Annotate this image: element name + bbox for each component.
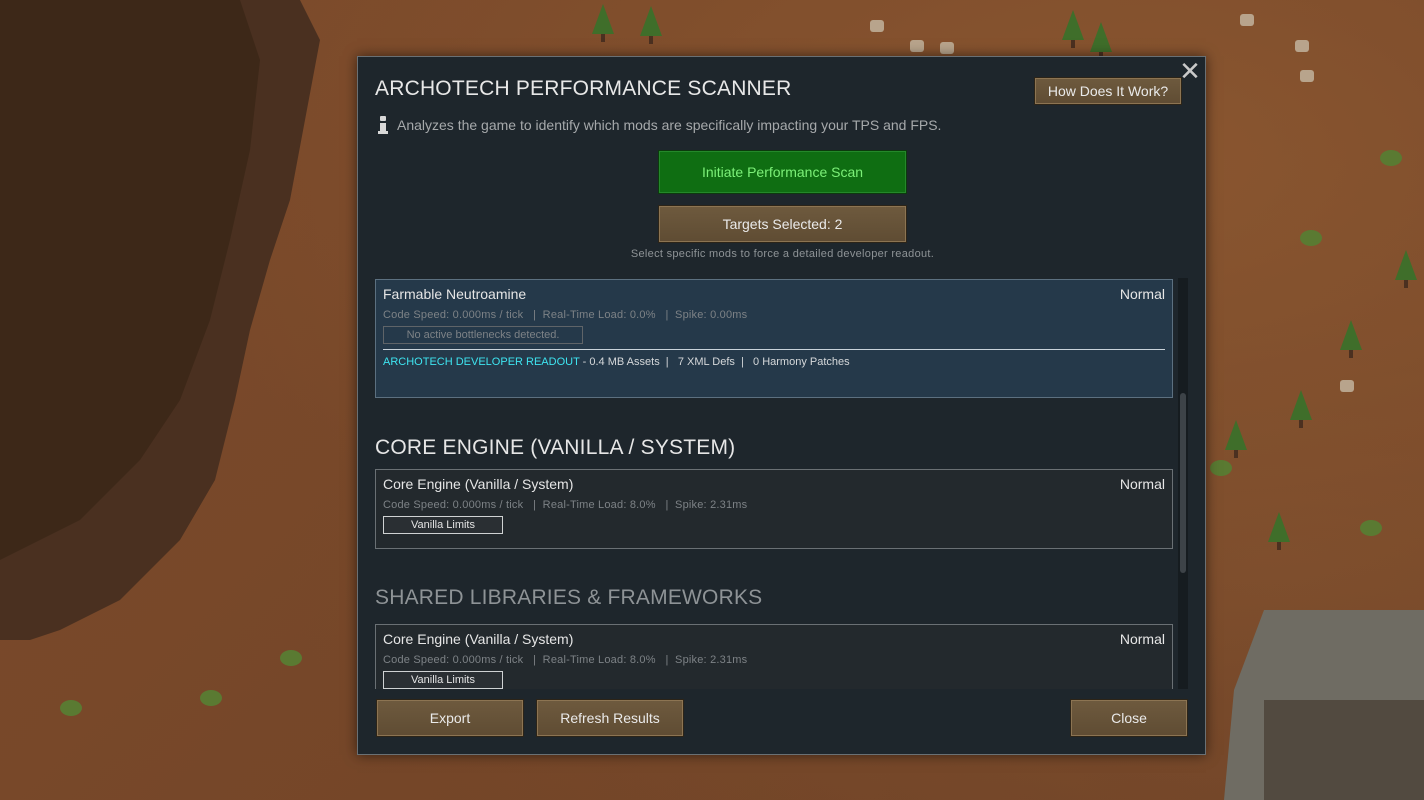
scrollbar-thumb[interactable] [1180, 393, 1186, 573]
targets-hint: Select specific mods to force a detailed… [630, 248, 935, 260]
info-row: Analyzes the game to identify which mods… [376, 115, 941, 135]
mod-card-core-engine-shared[interactable]: Core Engine (Vanilla / System) Normal Co… [375, 624, 1173, 689]
mod-name: Farmable Neutroamine [383, 286, 527, 302]
info-text: Analyzes the game to identify which mods… [397, 117, 942, 133]
readout-label: ARCHOTECH DEVELOPER READOUT [383, 356, 580, 368]
initiate-scan-button[interactable]: Initiate Performance Scan [658, 150, 907, 194]
close-button[interactable]: Close [1070, 699, 1188, 737]
refresh-results-button[interactable]: Refresh Results [536, 699, 684, 737]
mod-stats: Code Speed: 0.000ms / tick | Real-Time L… [383, 499, 748, 511]
bottleneck-tag: No active bottlenecks detected. [383, 326, 583, 344]
info-icon [376, 115, 390, 135]
mod-stats: Code Speed: 0.000ms / tick | Real-Time L… [383, 309, 748, 321]
mod-card-farmable-neutroamine[interactable]: Farmable Neutroamine Normal Code Speed: … [375, 279, 1173, 398]
export-button[interactable]: Export [376, 699, 524, 737]
mod-name: Core Engine (Vanilla / System) [383, 476, 574, 492]
readout-divider [383, 349, 1165, 350]
mod-status: Normal [1119, 286, 1165, 302]
performance-scanner-dialog: ✕ ARCHOTECH PERFORMANCE SCANNER How Does… [357, 56, 1206, 755]
readout-values: - 0.4 MB Assets | 7 XML Defs | 0 Harmony… [579, 356, 850, 368]
mod-status: Normal [1119, 476, 1165, 492]
targets-selected-button[interactable]: Targets Selected: 2 [658, 205, 907, 243]
mod-stats: Code Speed: 0.000ms / tick | Real-Time L… [383, 654, 748, 666]
section-heading-core-engine: CORE ENGINE (VANILLA / SYSTEM) [375, 436, 736, 459]
results-scrollbar[interactable] [1178, 278, 1188, 689]
mod-status: Normal [1119, 631, 1165, 647]
dialog-title: ARCHOTECH PERFORMANCE SCANNER [375, 77, 792, 100]
developer-readout: ARCHOTECH DEVELOPER READOUT - 0.4 MB Ass… [383, 356, 850, 368]
mod-name: Core Engine (Vanilla / System) [383, 631, 574, 647]
mod-card-core-engine[interactable]: Core Engine (Vanilla / System) Normal Co… [375, 469, 1173, 549]
how-does-it-work-button[interactable]: How Does It Work? [1034, 77, 1182, 105]
section-heading-shared-libraries: SHARED LIBRARIES & FRAMEWORKS [375, 586, 763, 609]
vanilla-limits-tag: Vanilla Limits [383, 671, 503, 689]
vanilla-limits-tag: Vanilla Limits [383, 516, 503, 534]
close-icon[interactable]: ✕ [1179, 58, 1201, 84]
results-list[interactable]: Farmable Neutroamine Normal Code Speed: … [375, 278, 1174, 689]
